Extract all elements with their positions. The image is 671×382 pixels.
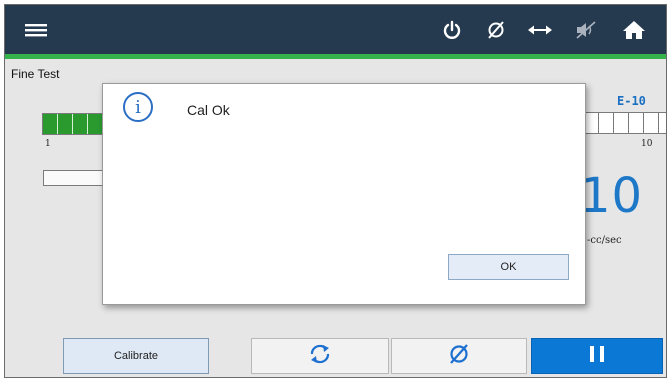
message-dialog: i Cal Ok OK xyxy=(102,83,586,305)
pause-icon xyxy=(589,345,605,367)
app-window: Fine Test E-10 1 10 10 -cc/sec Calibrate… xyxy=(4,4,667,378)
meter-segment xyxy=(659,113,666,133)
home-icon[interactable] xyxy=(619,15,649,45)
reading-value: 10 xyxy=(580,168,644,224)
refresh-icon xyxy=(308,343,332,369)
meter-segment xyxy=(599,113,614,133)
range-label: E-10 xyxy=(617,94,646,108)
power-icon[interactable] xyxy=(437,15,467,45)
top-bar xyxy=(5,5,666,54)
segment-meter-right xyxy=(583,112,666,134)
info-icon: i xyxy=(123,92,153,122)
ok-button[interactable]: OK xyxy=(448,254,569,280)
calibrate-button-label: Calibrate xyxy=(113,350,159,362)
meter-segment xyxy=(58,114,73,134)
ok-button-label: OK xyxy=(500,261,517,273)
meter-segment xyxy=(614,113,629,133)
meter-tick-label: 10 xyxy=(641,139,653,149)
meter-segment xyxy=(88,114,103,134)
reading-unit: -cc/sec xyxy=(587,235,622,246)
horizontal-arrows-icon[interactable] xyxy=(525,15,555,45)
accent-line xyxy=(5,54,666,59)
zero-button[interactable] xyxy=(391,338,527,374)
menu-icon[interactable] xyxy=(21,15,51,45)
pause-button[interactable] xyxy=(531,338,663,374)
meter-segment xyxy=(43,114,58,134)
meter-segment xyxy=(584,113,599,133)
mute-icon[interactable] xyxy=(571,15,601,45)
meter-segment xyxy=(629,113,644,133)
zero-icon xyxy=(447,342,471,370)
meter-tick-label: 1 xyxy=(45,139,51,149)
meter-segment xyxy=(644,113,659,133)
refresh-button[interactable] xyxy=(251,338,389,374)
calibrate-button[interactable]: Calibrate xyxy=(63,338,209,374)
dialog-message: Cal Ok xyxy=(187,102,230,118)
zero-icon[interactable] xyxy=(481,15,511,45)
screen-title: Fine Test xyxy=(11,67,60,81)
meter-segment xyxy=(73,114,88,134)
